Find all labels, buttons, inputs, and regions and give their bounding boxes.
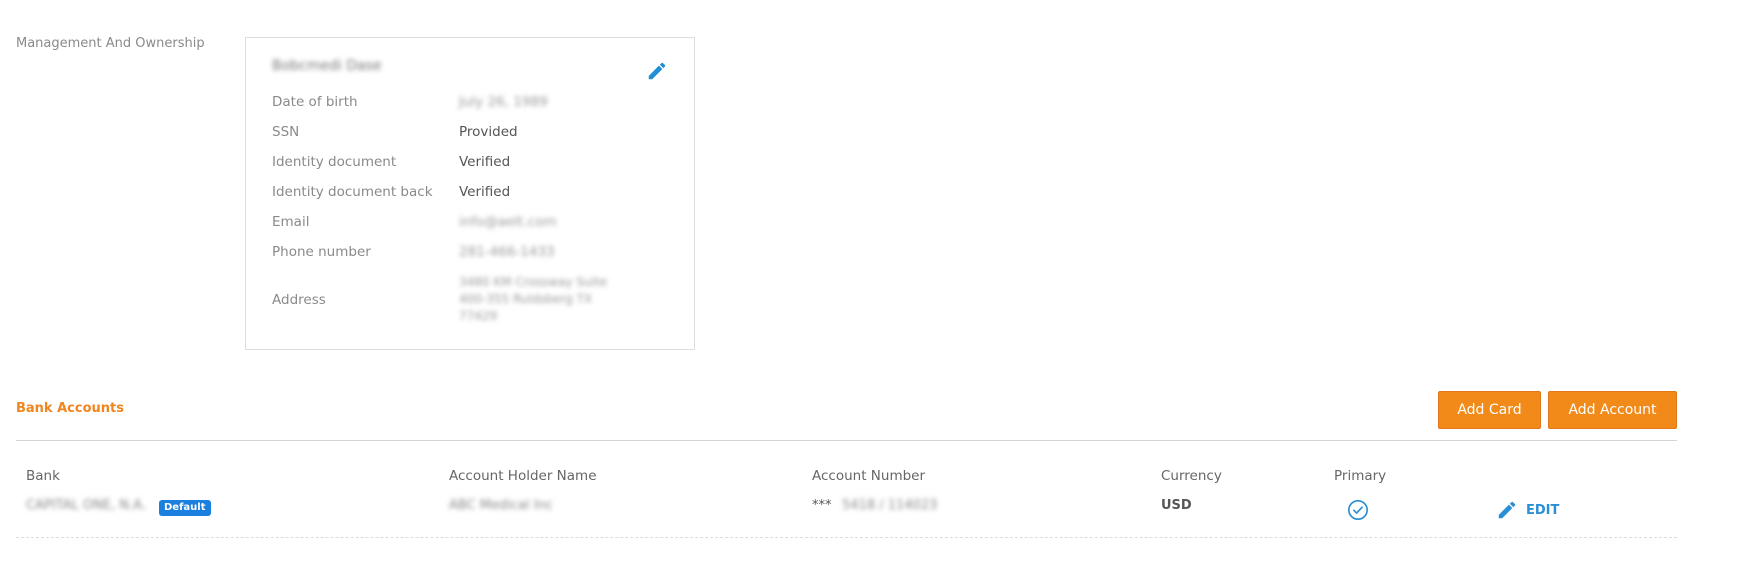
address-label: Address: [272, 292, 326, 308]
primary-check-icon: [1348, 500, 1368, 520]
add-card-button[interactable]: Add Card: [1438, 391, 1541, 429]
id-doc-value: Verified: [459, 154, 511, 170]
edit-label: EDIT: [1526, 502, 1560, 518]
edit-bank-account-button[interactable]: EDIT: [1496, 499, 1559, 521]
owner-name: Bobcmedi Dase: [272, 58, 382, 74]
id-doc-label: Identity document: [272, 154, 397, 170]
add-account-button[interactable]: Add Account: [1548, 391, 1677, 429]
field-row-address: Address 3480 KM Crossway Suite 400-355 R…: [272, 274, 672, 326]
edit-pencil-icon: [1498, 501, 1516, 519]
owner-card: Bobcmedi Dase Date of birth July 26, 198…: [245, 37, 695, 350]
id-back-value: Verified: [459, 184, 511, 200]
email-value: info@aelt.com: [459, 214, 557, 230]
account-number-mask: ***: [812, 498, 832, 513]
phone-label: Phone number: [272, 244, 371, 260]
phone-value: 281-466-1433: [459, 244, 555, 260]
column-header-currency: Currency: [1161, 468, 1222, 484]
edit-owner-pencil-icon[interactable]: [646, 60, 668, 82]
dob-label: Date of birth: [272, 94, 358, 110]
column-header-primary: Primary: [1334, 468, 1387, 484]
default-badge: Default: [159, 500, 211, 516]
dob-value: July 26, 1989: [459, 94, 548, 110]
row-divider: [16, 537, 1677, 538]
ssn-label: SSN: [272, 124, 300, 140]
ssn-value: Provided: [459, 124, 518, 140]
column-header-holder: Account Holder Name: [449, 468, 597, 484]
account-number: 5418 / 114023: [842, 498, 938, 513]
account-holder-name: ABC Medical Inc: [449, 498, 553, 513]
email-label: Email: [272, 214, 310, 230]
bank-accounts-title: Bank Accounts: [16, 401, 124, 416]
section-divider: [16, 440, 1677, 441]
column-header-number: Account Number: [812, 468, 926, 484]
currency-value: USD: [1161, 498, 1192, 513]
address-value: 3480 KM Crossway Suite 400-355 Ruldsberg…: [459, 275, 608, 323]
bank-name: CAPITAL ONE, N.A.: [26, 498, 146, 513]
column-header-bank: Bank: [26, 468, 60, 484]
id-back-label: Identity document back: [272, 184, 433, 200]
section-label-management: Management And Ownership: [16, 36, 205, 51]
